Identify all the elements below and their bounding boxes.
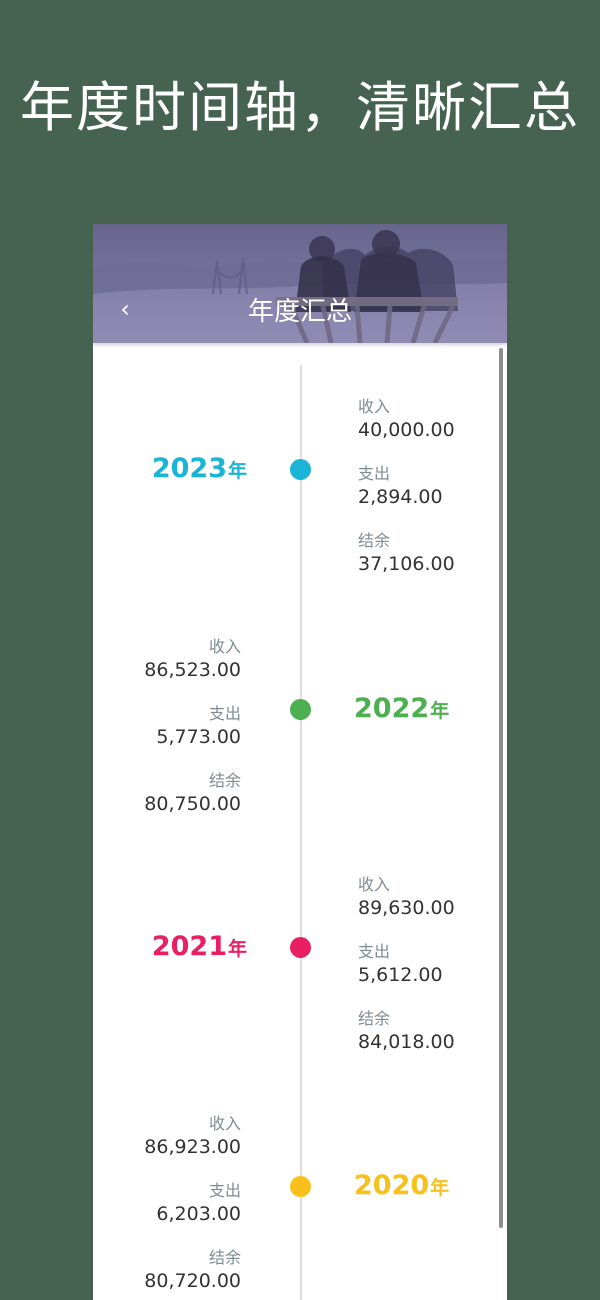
timeline-dot-2021 xyxy=(290,937,311,958)
expense-value: 2,894.00 xyxy=(358,486,443,508)
timeline-entry-2021: 2021年 收入 89,630.00 支出 5,612.00 结余 84,018… xyxy=(93,875,507,1095)
phone-screen: ‹ 年度汇总 2023年 收入 40,000.00 支出 2,894.00 结余… xyxy=(93,224,507,1300)
promo-title: 年度时间轴，清晰汇总 xyxy=(20,76,580,139)
balance-label: 结余 xyxy=(208,771,241,790)
income-label: 收入 xyxy=(358,875,391,894)
expense-value: 6,203.00 xyxy=(156,1203,241,1225)
year-summary-2023: 收入 40,000.00 支出 2,894.00 结余 37,106.00 xyxy=(358,397,478,598)
page-title: 年度汇总 xyxy=(247,297,352,327)
balance-value: 37,106.00 xyxy=(358,553,455,575)
year-summary-2021: 收入 89,630.00 支出 5,612.00 结余 84,018.00 xyxy=(358,875,478,1076)
income-value: 89,630.00 xyxy=(358,897,455,919)
income-value: 86,923.00 xyxy=(144,1136,241,1158)
year-summary-2022: 收入 86,523.00 支出 5,773.00 结余 80,750.00 xyxy=(121,637,241,838)
year-label-2022: 2022年 xyxy=(354,693,450,724)
expense-value: 5,773.00 xyxy=(156,726,241,748)
timeline-entry-2023: 2023年 收入 40,000.00 支出 2,894.00 结余 37,106… xyxy=(93,397,507,617)
timeline-entry-2020: 收入 86,923.00 支出 6,203.00 结余 80,720.00 20… xyxy=(93,1114,507,1300)
timeline-dot-2023 xyxy=(290,459,311,480)
income-label: 收入 xyxy=(358,397,391,416)
year-label-2023: 2023年 xyxy=(151,453,247,484)
timeline-dot-2022 xyxy=(290,699,311,720)
income-value: 86,523.00 xyxy=(144,659,241,681)
app-header: ‹ 年度汇总 xyxy=(93,224,507,343)
balance-label: 结余 xyxy=(208,1248,241,1267)
timeline-dot-2020 xyxy=(290,1176,311,1197)
expense-label: 支出 xyxy=(208,1181,241,1200)
expense-value: 5,612.00 xyxy=(358,964,443,986)
balance-value: 80,720.00 xyxy=(144,1270,241,1292)
balance-label: 结余 xyxy=(358,1009,391,1028)
income-value: 40,000.00 xyxy=(358,419,455,441)
year-summary-2020: 收入 86,923.00 支出 6,203.00 结余 80,720.00 xyxy=(121,1114,241,1300)
balance-value: 84,018.00 xyxy=(358,1031,455,1053)
income-label: 收入 xyxy=(208,1114,241,1133)
timeline-entry-2022: 收入 86,523.00 支出 5,773.00 结余 80,750.00 20… xyxy=(93,637,507,857)
year-label-2020: 2020年 xyxy=(354,1170,450,1201)
year-label-2021: 2021年 xyxy=(151,931,247,962)
expense-label: 支出 xyxy=(358,942,391,961)
expense-label: 支出 xyxy=(358,464,391,483)
balance-label: 结余 xyxy=(358,531,391,550)
balance-value: 80,750.00 xyxy=(144,793,241,815)
expense-label: 支出 xyxy=(208,704,241,723)
income-label: 收入 xyxy=(208,637,241,656)
